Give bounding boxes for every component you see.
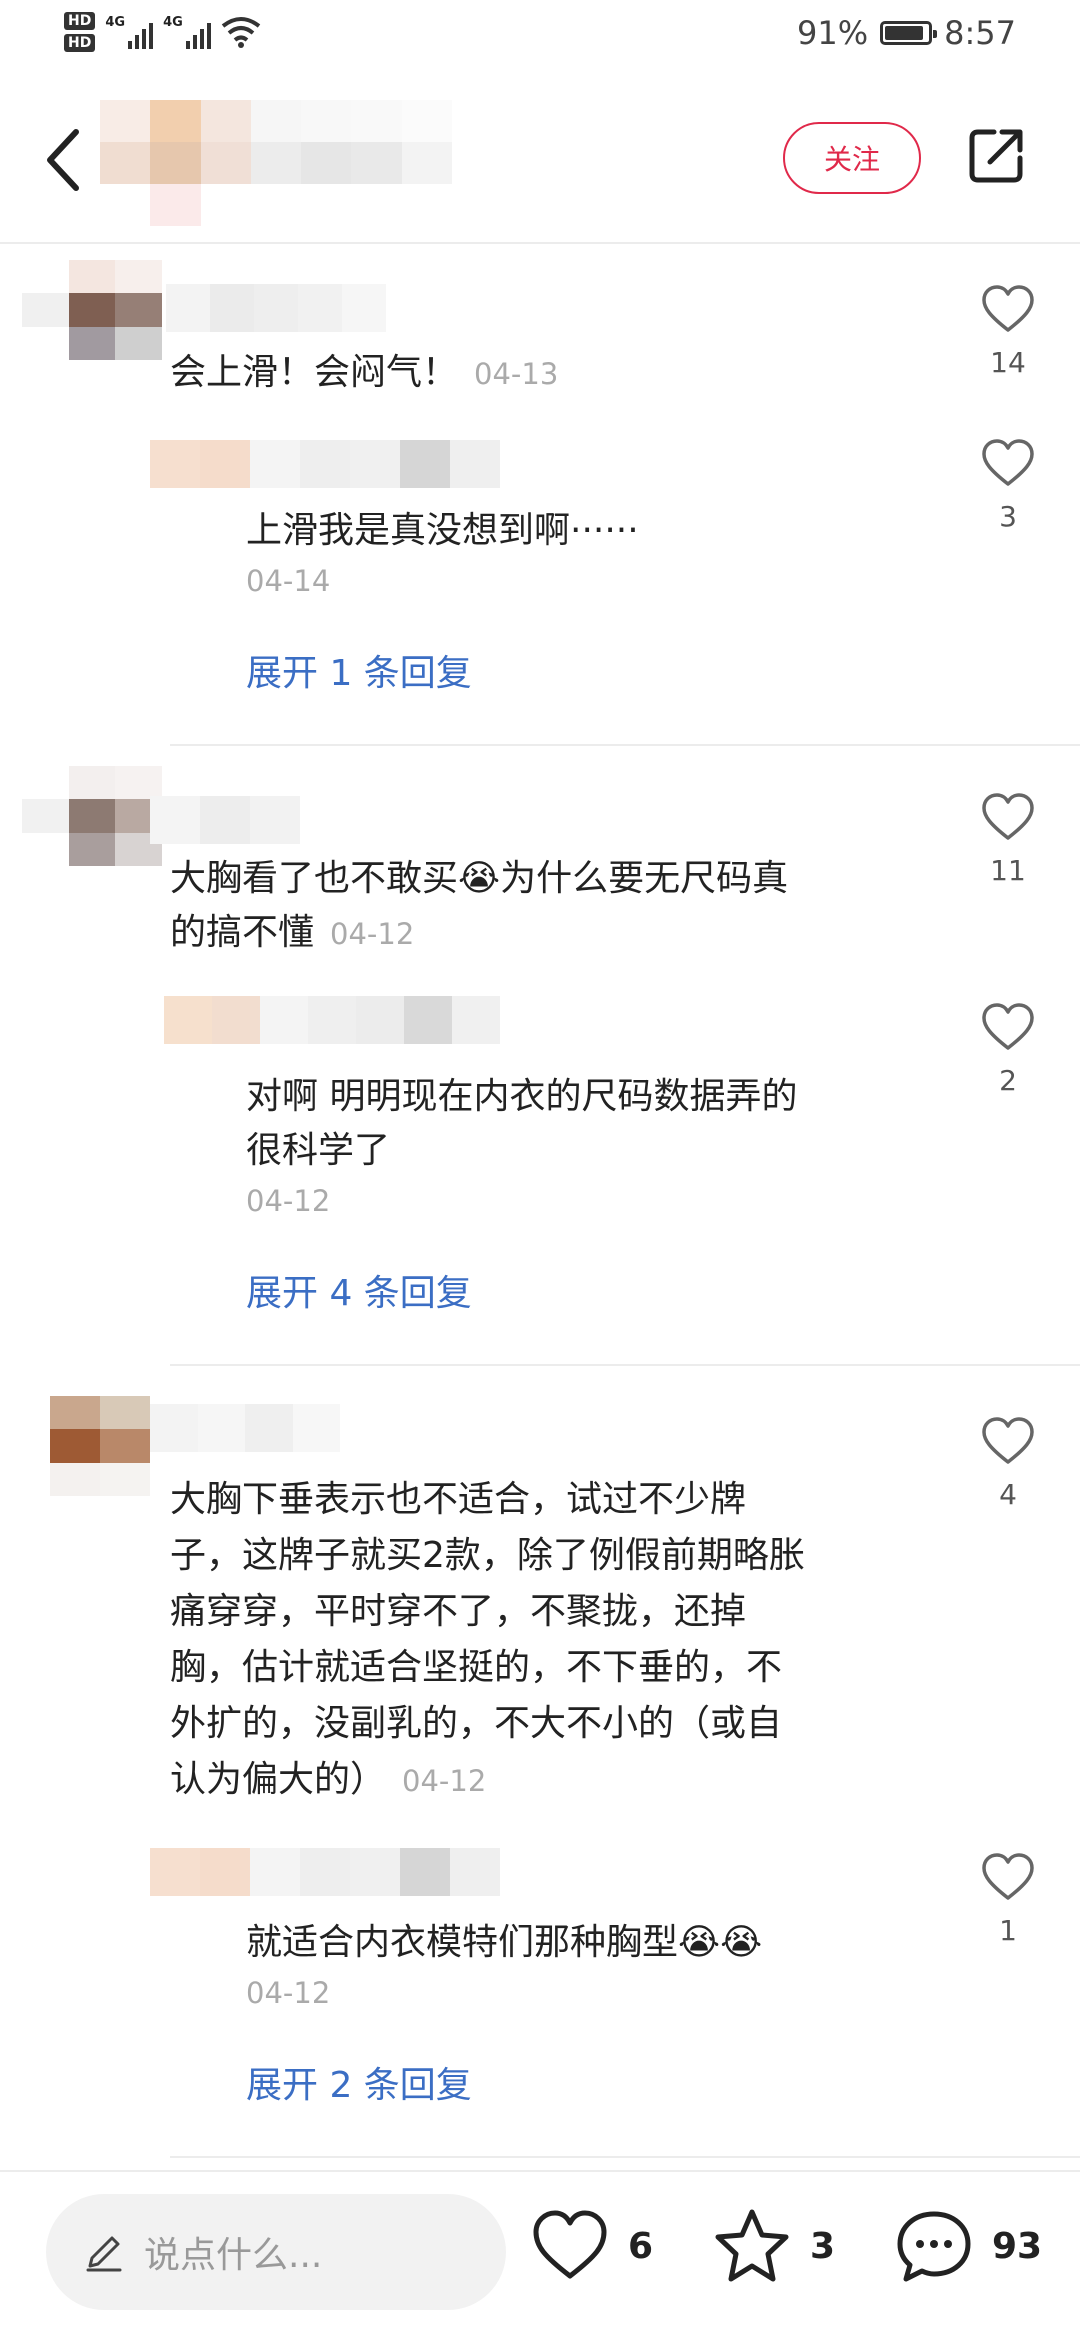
top-bar: 关注 bbox=[0, 76, 1080, 244]
expand-replies-link[interactable]: 展开 2 条回复 bbox=[246, 2056, 472, 2108]
username[interactable] bbox=[150, 796, 300, 844]
divider bbox=[170, 744, 1080, 746]
expand-replies-link[interactable]: 展开 1 条回复 bbox=[246, 644, 472, 696]
reply-date: 04-12 bbox=[246, 1184, 331, 1218]
comment-text-line: 认为偏大的） bbox=[170, 1759, 387, 1800]
comment-date: 04-12 bbox=[330, 917, 415, 951]
reply-like-button[interactable]: 3 bbox=[968, 436, 1048, 533]
divider bbox=[170, 2156, 1080, 2158]
star-icon bbox=[715, 2209, 789, 2282]
comment-text-line: 外扩的，没副乳的，不大不小的（或自 bbox=[170, 1703, 783, 1744]
battery-icon bbox=[880, 21, 938, 45]
comment-bubble-icon bbox=[897, 2211, 971, 2282]
share-icon[interactable] bbox=[964, 124, 1028, 188]
reply-like-count: 1 bbox=[999, 1914, 1017, 1947]
collect-count: 3 bbox=[810, 2225, 836, 2267]
username[interactable] bbox=[166, 284, 386, 332]
heart-icon bbox=[982, 1417, 1034, 1464]
clock: 8:57 bbox=[944, 14, 1016, 52]
collect-button[interactable]: 3 bbox=[712, 2206, 835, 2286]
reply-author[interactable] bbox=[150, 1848, 500, 1896]
comment-input[interactable]: 说点什么... bbox=[46, 2194, 506, 2310]
expand-replies-link[interactable]: 展开 4 条回复 bbox=[246, 1264, 472, 1316]
comment-text: 会上滑！会闷气！ 04-13 bbox=[170, 352, 559, 393]
author-avatar-name[interactable] bbox=[100, 100, 452, 226]
reply-like-count: 2 bbox=[999, 1064, 1017, 1097]
bottom-action-bar: 说点什么... 6 3 93 bbox=[0, 2170, 1080, 2342]
sim2-hd-badge: HD bbox=[64, 34, 96, 52]
wifi-icon bbox=[221, 17, 261, 48]
comment-text-line: 痛穿穿，平时穿不了，不聚拢，还掉 bbox=[170, 1591, 747, 1632]
heart-icon bbox=[982, 793, 1034, 840]
reply-text: 就适合内衣模特们那种胸型😭😭 04-12 bbox=[246, 1916, 926, 2016]
comment-text-line: 子，这牌子就买2款，除了例假前期略胀 bbox=[170, 1535, 805, 1576]
signal-icon: 4G bbox=[105, 15, 154, 49]
heart-icon bbox=[982, 1003, 1034, 1050]
battery-percent: 91% bbox=[797, 14, 869, 52]
like-count: 14 bbox=[990, 346, 1026, 379]
follow-button[interactable]: 关注 bbox=[783, 122, 921, 194]
like-count: 6 bbox=[628, 2225, 654, 2267]
comment-date: 04-13 bbox=[474, 357, 559, 391]
heart-icon bbox=[533, 2210, 607, 2279]
reply-date: 04-12 bbox=[246, 1976, 331, 2010]
comment-text-line: 大胸下垂表示也不适合，试过不少牌 bbox=[170, 1479, 747, 1520]
reply-like-button[interactable]: 2 bbox=[968, 1000, 1048, 1097]
reply-author[interactable] bbox=[164, 996, 500, 1044]
comment-input-placeholder: 说点什么... bbox=[144, 2235, 323, 2276]
reply-like-count: 3 bbox=[999, 500, 1017, 533]
comment-text: 大胸看了也不敢买😭为什么要无尺码真 的搞不懂 04-12 bbox=[170, 858, 789, 953]
reply-like-button[interactable]: 1 bbox=[968, 1850, 1048, 1947]
comment-text-line: 胸，估计就适合坚挺的，不下垂的，不 bbox=[170, 1647, 783, 1688]
avatar[interactable] bbox=[22, 260, 162, 360]
pencil-icon bbox=[86, 2236, 122, 2272]
comment-button[interactable]: 93 bbox=[894, 2206, 1042, 2286]
like-button[interactable]: 4 bbox=[968, 1414, 1048, 1511]
network-type-2: 4G bbox=[163, 15, 183, 30]
avatar[interactable] bbox=[22, 766, 162, 866]
heart-icon bbox=[982, 1853, 1034, 1900]
comment-date: 04-12 bbox=[402, 1764, 487, 1798]
status-bar: HD HD 4G 4G 91% 8:57 bbox=[0, 0, 1080, 76]
like-button[interactable]: 14 bbox=[968, 282, 1048, 379]
heart-icon bbox=[982, 439, 1034, 486]
sim1-hd-badge: HD bbox=[64, 12, 96, 30]
heart-icon bbox=[982, 285, 1034, 332]
network-type-1: 4G bbox=[105, 15, 126, 30]
reply-text: 上滑我是真没想到啊······ 04-14 bbox=[246, 504, 926, 604]
like-post-button[interactable]: 6 bbox=[530, 2206, 653, 2286]
like-button[interactable]: 11 bbox=[968, 790, 1048, 887]
signal-icon-2: 4G bbox=[163, 15, 211, 49]
reply-text: 对啊 明明现在内衣的尺码数据弄的 很科学了 04-12 bbox=[246, 1070, 926, 1224]
like-count: 11 bbox=[990, 854, 1026, 887]
chevron-left-icon[interactable] bbox=[36, 120, 96, 200]
avatar[interactable] bbox=[50, 1396, 150, 1496]
reply-author[interactable] bbox=[150, 440, 500, 488]
username[interactable] bbox=[150, 1404, 340, 1452]
comment-text: 大胸下垂表示也不适合，试过不少牌子，这牌子就买2款，除了例假前期略胀 痛穿穿，平时… bbox=[170, 1472, 930, 1809]
like-count: 4 bbox=[999, 1478, 1017, 1511]
comment-count: 93 bbox=[992, 2225, 1043, 2267]
divider bbox=[170, 1364, 1080, 1366]
reply-date: 04-14 bbox=[246, 564, 331, 598]
